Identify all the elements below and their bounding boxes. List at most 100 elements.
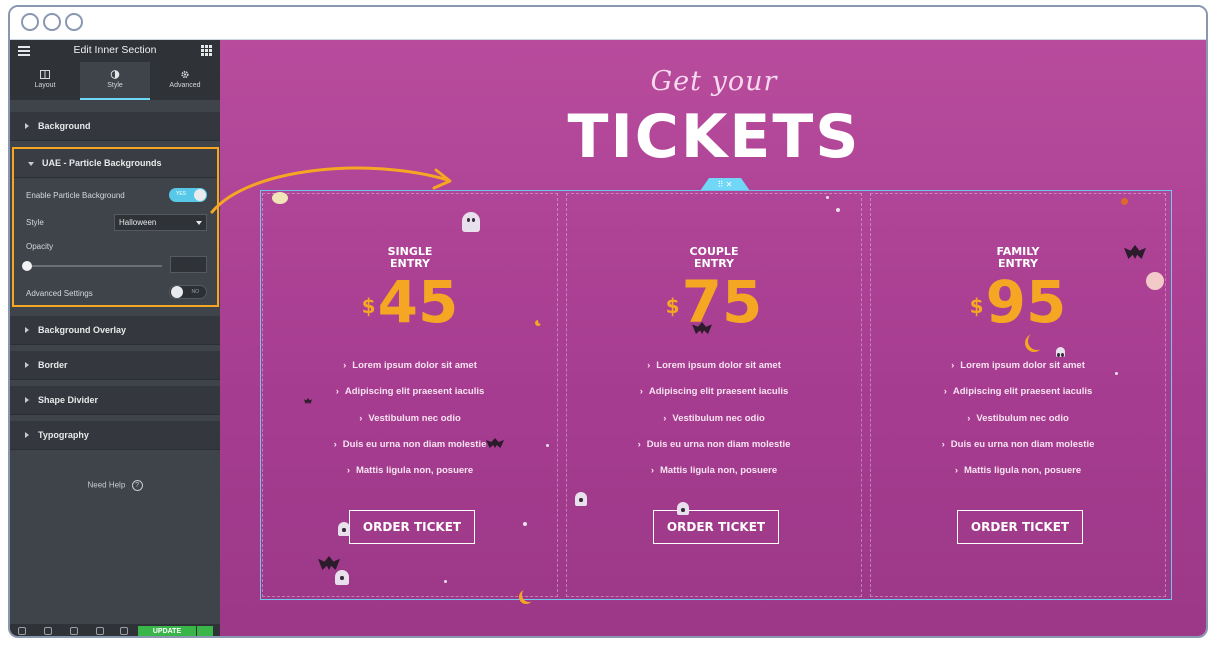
toggle-knob	[171, 286, 183, 298]
enable-particle-toggle[interactable]: YES	[169, 188, 207, 202]
title-bar	[10, 7, 1206, 40]
skull-particle-icon	[1146, 272, 1164, 290]
feature-item: › Mattis ligula non, posuere	[650, 465, 778, 477]
chevron-right-icon: ›	[943, 386, 947, 398]
editor-sidebar: Edit Inner Section Layout Style Advanced…	[10, 40, 220, 636]
feature-item: › Duis eu urna non diam molestie	[941, 438, 1095, 450]
advanced-settings-toggle[interactable]: NO	[169, 285, 207, 299]
chevron-down-icon	[196, 221, 202, 225]
section-typography[interactable]: Typography	[10, 421, 220, 450]
feature-item: › Vestibulum nec odio	[967, 412, 1069, 424]
chevron-right-icon: ›	[637, 438, 641, 450]
chevron-right-icon: ›	[951, 360, 955, 371]
history-icon[interactable]	[70, 627, 78, 635]
plan-price: $45	[361, 268, 459, 336]
window-zoom-dot[interactable]	[65, 13, 83, 31]
chevron-right-icon: ›	[333, 438, 337, 450]
particle-speck-icon	[836, 208, 840, 212]
tab-label: Advanced	[169, 82, 201, 89]
order-ticket-button[interactable]: ORDER TICKET	[653, 510, 779, 544]
section-background[interactable]: Background	[10, 112, 220, 141]
chevron-right-icon: ›	[346, 465, 350, 477]
feature-item: › Lorem ipsum dolor sit amet	[951, 360, 1085, 371]
caret-right-icon	[25, 123, 29, 129]
navigator-icon[interactable]	[44, 627, 52, 635]
chevron-right-icon: ›	[650, 465, 654, 477]
feature-list: › Lorem ipsum dolor sit amet › Adipiscing …	[567, 360, 861, 491]
caret-right-icon	[25, 327, 29, 333]
particle-speck-icon	[444, 580, 447, 583]
chevron-right-icon: ›	[663, 412, 667, 424]
layout-icon	[40, 70, 50, 79]
moon-particle-icon	[538, 318, 544, 324]
particle-speck-icon	[546, 444, 549, 447]
enable-particle-label: Enable Particle Background	[26, 191, 125, 200]
pricing-column-couple: COUPLE ENTRY $75 › Lorem ipsum dolor sit …	[566, 193, 862, 597]
section-border[interactable]: Border	[10, 351, 220, 380]
chevron-right-icon: ›	[335, 386, 339, 398]
opacity-slider-handle[interactable]	[22, 261, 32, 271]
feature-item: › Lorem ipsum dolor sit amet	[343, 360, 477, 371]
chevron-right-icon: ›	[647, 360, 651, 371]
need-help-link[interactable]: Need Help ?	[10, 480, 220, 491]
panel-tabs: Layout Style Advanced	[10, 62, 220, 100]
window-close-dot[interactable]	[21, 13, 39, 31]
moon-particle-icon	[1028, 332, 1046, 350]
ghost-particle-icon	[575, 492, 587, 506]
responsive-icon[interactable]	[96, 627, 104, 635]
tab-style[interactable]: Style	[80, 62, 150, 100]
section-uae-particle-backgrounds[interactable]: UAE - Particle Backgrounds	[14, 149, 217, 178]
feature-list: › Lorem ipsum dolor sit amet › Adipiscing …	[263, 360, 557, 491]
order-ticket-button[interactable]: ORDER TICKET	[349, 510, 475, 544]
feature-item: › Mattis ligula non, posuere	[346, 465, 474, 477]
opacity-number-input[interactable]	[170, 256, 207, 273]
tab-layout[interactable]: Layout	[10, 62, 80, 100]
style-icon	[110, 70, 120, 79]
ghost-particle-icon	[338, 522, 350, 536]
sidebar-header: Edit Inner Section	[10, 40, 220, 62]
feature-list: › Lorem ipsum dolor sit amet › Adipiscing …	[871, 360, 1165, 491]
caret-right-icon	[25, 432, 29, 438]
particle-speck-icon	[1115, 372, 1118, 375]
chevron-right-icon: ›	[941, 438, 945, 450]
tab-advanced[interactable]: Advanced	[150, 62, 220, 100]
style-label: Style	[26, 218, 44, 227]
advanced-settings-label: Advanced Settings	[26, 289, 93, 298]
feature-item: › Mattis ligula non, posuere	[954, 465, 1082, 477]
plan-name: SINGLE ENTRY	[387, 245, 433, 270]
hero-subtitle: Get your	[650, 66, 778, 97]
opacity-slider-track[interactable]	[26, 265, 162, 267]
particle-speck-icon	[1121, 198, 1128, 205]
feature-item: › Lorem ipsum dolor sit amet	[647, 360, 781, 371]
chevron-right-icon: ›	[359, 412, 363, 424]
settings-icon[interactable]	[18, 627, 26, 635]
plan-price: $95	[969, 268, 1067, 336]
annotation-arrow-icon	[210, 166, 452, 214]
section-shape-divider[interactable]: Shape Divider	[10, 386, 220, 415]
preview-eye-icon[interactable]	[120, 627, 128, 635]
feature-item: › Vestibulum nec odio	[663, 412, 765, 424]
toggle-knob	[194, 189, 206, 201]
opacity-label: Opacity	[26, 242, 54, 251]
particle-speck-icon	[826, 196, 829, 199]
panel-title: Edit Inner Section	[73, 44, 157, 56]
window-minimize-dot[interactable]	[43, 13, 61, 31]
feature-item: › Duis eu urna non diam molestie	[637, 438, 791, 450]
pricing-column-family: FAMILY ENTRY $95 › Lorem ipsum dolor sit …	[870, 193, 1166, 597]
particle-speck-icon	[523, 522, 527, 526]
uae-particle-panel: UAE - Particle Backgrounds Enable Partic…	[12, 147, 219, 307]
update-button[interactable]: UPDATE	[138, 626, 196, 636]
section-background-overlay[interactable]: Background Overlay	[10, 316, 220, 345]
order-ticket-button[interactable]: ORDER TICKET	[957, 510, 1083, 544]
update-options-button[interactable]	[197, 626, 213, 636]
chevron-right-icon: ›	[343, 360, 347, 371]
chevron-right-icon: ›	[954, 465, 958, 477]
style-select[interactable]: Halloween	[114, 214, 207, 231]
widgets-grid-icon[interactable]	[201, 45, 212, 56]
ghost-particle-icon	[677, 502, 689, 515]
ghost-particle-icon	[1056, 347, 1065, 357]
page-canvas: Get your TICKETS ⠿ ✕ SINGLE ENTRY $45 › L…	[220, 40, 1206, 636]
ghost-particle-icon	[335, 570, 349, 585]
caret-down-icon	[28, 162, 34, 166]
chevron-right-icon: ›	[967, 412, 971, 424]
